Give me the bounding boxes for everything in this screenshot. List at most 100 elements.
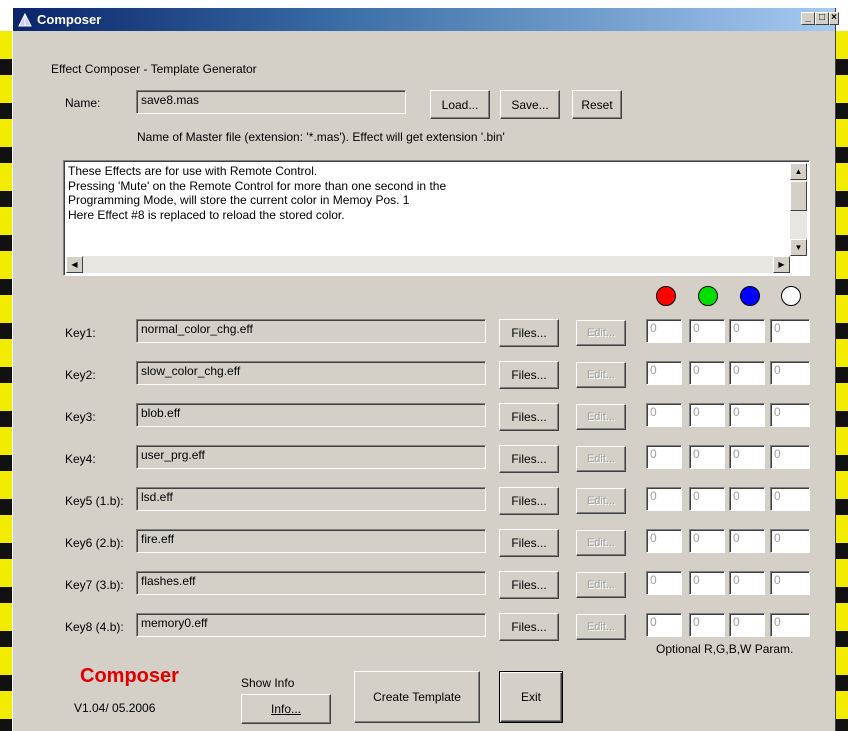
edit-button[interactable]: Edit... [576, 614, 626, 640]
info-line: Here Effect #8 is replaced to reload the… [68, 207, 345, 222]
param-g[interactable]: 0 [689, 529, 725, 553]
param-r[interactable]: 0 [646, 529, 682, 553]
param-r[interactable]: 0 [646, 487, 682, 511]
info-textarea[interactable]: These Effects are for use with Remote Co… [63, 160, 810, 276]
param-r[interactable]: 0 [646, 613, 682, 637]
param-w[interactable]: 0 [770, 361, 810, 385]
info-line: Pressing 'Mute' on the Remote Control fo… [68, 178, 447, 193]
app-icon [18, 12, 32, 27]
param-w[interactable]: 0 [770, 445, 810, 469]
key-label: Key5 (1.b): [65, 494, 124, 508]
scroll-up-arrow-icon[interactable]: ▲ [790, 163, 807, 180]
param-b[interactable]: 0 [729, 319, 765, 343]
composer-window: Composer _ □ × Effect Composer - Templat… [12, 8, 839, 731]
key-file-field[interactable]: normal_color_chg.eff [136, 319, 486, 343]
param-w[interactable]: 0 [770, 319, 810, 343]
param-w[interactable]: 0 [770, 613, 810, 637]
param-g[interactable]: 0 [689, 445, 725, 469]
key-file-field[interactable]: blob.eff [136, 403, 486, 427]
param-r[interactable]: 0 [646, 361, 682, 385]
close-button[interactable]: × [829, 12, 839, 25]
key-file-field[interactable]: memory0.eff [136, 613, 486, 637]
param-w[interactable]: 0 [770, 403, 810, 427]
param-b[interactable]: 0 [729, 487, 765, 511]
files-button[interactable]: Files... [499, 571, 559, 599]
info-line: These Effects are for use with Remote Co… [68, 164, 318, 178]
param-r[interactable]: 0 [646, 319, 682, 343]
param-b[interactable]: 0 [729, 571, 765, 595]
right-decor-stripe [836, 31, 848, 731]
param-g[interactable]: 0 [689, 487, 725, 511]
edit-button[interactable]: Edit... [576, 446, 626, 472]
edit-button[interactable]: Edit... [576, 530, 626, 556]
key-label: Key1: [65, 326, 96, 340]
reset-button[interactable]: Reset [572, 90, 622, 119]
files-button[interactable]: Files... [499, 361, 559, 389]
param-g[interactable]: 0 [689, 403, 725, 427]
key-label: Key8 (4.b): [65, 620, 124, 634]
key-file-field[interactable]: slow_color_chg.eff [136, 361, 486, 385]
edit-button[interactable]: Edit... [576, 320, 626, 346]
param-r[interactable]: 0 [646, 403, 682, 427]
info-button-label: Info... [270, 702, 302, 716]
param-w[interactable]: 0 [770, 571, 810, 595]
brand-title: Composer [80, 665, 179, 687]
param-g[interactable]: 0 [689, 571, 725, 595]
key-file-field[interactable]: fire.eff [136, 529, 486, 553]
param-g[interactable]: 0 [689, 361, 725, 385]
edit-button[interactable]: Edit... [576, 572, 626, 598]
key-label: Key2: [65, 368, 96, 382]
info-line: Programming Mode, will store the current… [68, 193, 410, 207]
blue-channel-icon [740, 286, 760, 306]
key-file-field[interactable]: lsd.eff [136, 487, 486, 511]
key-label: Key6 (2.b): [65, 536, 124, 550]
param-w[interactable]: 0 [770, 487, 810, 511]
title-bar[interactable]: Composer _ □ × [13, 8, 839, 31]
param-b[interactable]: 0 [729, 361, 765, 385]
param-w[interactable]: 0 [770, 529, 810, 553]
name-label: Name: [65, 96, 101, 110]
edit-button[interactable]: Edit... [576, 362, 626, 388]
edit-button[interactable]: Edit... [576, 488, 626, 514]
files-button[interactable]: Files... [499, 487, 559, 515]
param-b[interactable]: 0 [729, 529, 765, 553]
load-button[interactable]: Load... [430, 90, 490, 119]
scroll-down-arrow-icon[interactable]: ▼ [790, 239, 807, 256]
horizontal-scrollbar[interactable]: ◀ ▶ [66, 256, 790, 273]
files-button[interactable]: Files... [499, 319, 559, 347]
param-b[interactable]: 0 [729, 613, 765, 637]
vertical-scrollbar[interactable]: ▲ ▼ [790, 163, 807, 256]
params-caption: Optional R,G,B,W Param. [656, 642, 794, 656]
red-channel-icon [656, 286, 676, 306]
master-file-hint: Name of Master file (extension: '*.mas')… [137, 130, 505, 144]
key-label: Key3: [65, 410, 96, 424]
exit-button[interactable]: Exit [499, 671, 563, 723]
scroll-right-arrow-icon[interactable]: ▶ [773, 256, 790, 273]
white-channel-icon [781, 286, 801, 306]
info-button[interactable]: Info... [241, 694, 331, 724]
vertical-scroll-thumb[interactable] [790, 181, 807, 211]
maximize-button[interactable]: □ [815, 12, 829, 25]
version-label: V1.04/ 05.2006 [74, 701, 156, 715]
files-button[interactable]: Files... [499, 445, 559, 473]
key-file-field[interactable]: flashes.eff [136, 571, 486, 595]
key-file-field[interactable]: user_prg.eff [136, 445, 486, 469]
create-template-button[interactable]: Create Template [354, 671, 480, 723]
param-r[interactable]: 0 [646, 445, 682, 469]
files-button[interactable]: Files... [499, 403, 559, 431]
param-r[interactable]: 0 [646, 571, 682, 595]
edit-button[interactable]: Edit... [576, 404, 626, 430]
master-file-name-field[interactable]: save8.mas [136, 90, 406, 114]
files-button[interactable]: Files... [499, 613, 559, 641]
scroll-left-arrow-icon[interactable]: ◀ [66, 256, 83, 273]
param-g[interactable]: 0 [689, 319, 725, 343]
app-heading: Effect Composer - Template Generator [51, 62, 257, 76]
param-b[interactable]: 0 [729, 445, 765, 469]
files-button[interactable]: Files... [499, 529, 559, 557]
info-text: These Effects are for use with Remote Co… [68, 164, 787, 222]
param-b[interactable]: 0 [729, 403, 765, 427]
minimize-button[interactable]: _ [801, 12, 815, 25]
green-channel-icon [698, 286, 718, 306]
save-button[interactable]: Save... [500, 90, 560, 119]
param-g[interactable]: 0 [689, 613, 725, 637]
